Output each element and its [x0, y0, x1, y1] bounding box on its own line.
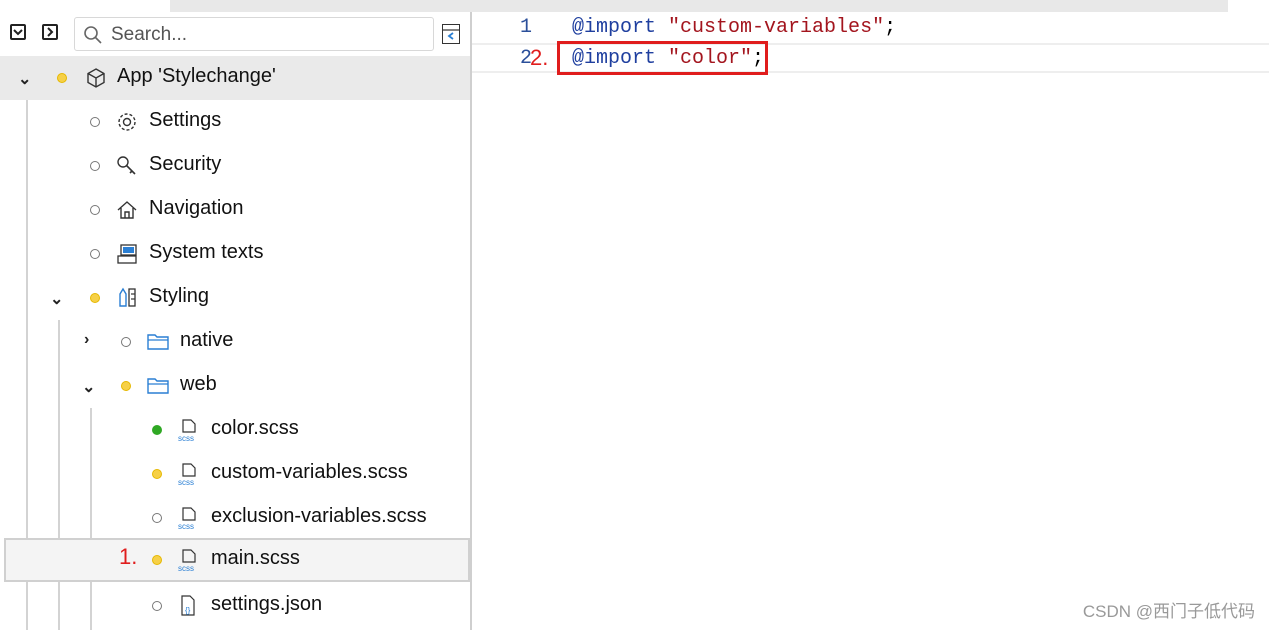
key-icon	[117, 156, 136, 175]
tree-item-label: exclusion-variables.scss	[211, 505, 427, 527]
project-explorer: ⌄ App 'Stylechange' Settings Security Na…	[0, 12, 472, 630]
chevron-down-icon[interactable]: ⌄	[50, 289, 63, 309]
tree-item-color-scss[interactable]: scss color.scss	[0, 408, 470, 452]
tree-item-exclusion-variables[interactable]: scss exclusion-variables.scss	[0, 496, 470, 540]
line-number: 1	[520, 16, 533, 39]
tree-item-label: Styling	[149, 285, 210, 307]
tree-item-custom-variables[interactable]: scss custom-variables.scss	[0, 452, 470, 496]
system-texts-icon	[117, 244, 137, 264]
collapse-all-icon[interactable]	[42, 24, 58, 40]
annotation-1: 1.	[119, 544, 138, 569]
tree-item-settings-json[interactable]: {} settings.json	[0, 584, 470, 628]
added-indicator	[152, 425, 162, 435]
tree-item-navigation[interactable]: Navigation	[0, 188, 470, 232]
scss-file-icon: scss	[178, 463, 196, 486]
modified-indicator	[57, 73, 67, 83]
modified-indicator	[152, 469, 162, 479]
svg-text:scss: scss	[178, 522, 194, 530]
status-indicator	[90, 161, 100, 171]
svg-text:scss: scss	[178, 564, 194, 572]
tree-item-web[interactable]: ⌄ web	[0, 364, 470, 408]
chevron-right-icon[interactable]: ›	[84, 331, 89, 349]
scss-file-icon: scss	[178, 507, 196, 530]
search-icon	[84, 26, 102, 44]
chevron-down-icon[interactable]: ⌄	[82, 377, 95, 397]
tree-item-label: color.scss	[211, 417, 299, 439]
tree-item-main-scss[interactable]: 1. scss main.scss	[4, 538, 470, 582]
svg-text:{}: {}	[185, 606, 191, 615]
watermark: CSDN @西门子低代码	[1082, 602, 1255, 621]
modified-indicator	[90, 293, 100, 303]
tree-item-label: System texts	[149, 241, 264, 263]
styling-icon	[119, 287, 136, 307]
top-tab-strip	[0, 0, 1269, 12]
top-strip-right	[1228, 0, 1269, 12]
tree-item-styling[interactable]: ⌄ Styling	[0, 276, 470, 320]
scss-file-icon: scss	[178, 419, 196, 442]
folder-icon	[147, 378, 169, 394]
tree-item-security[interactable]: Security	[0, 144, 470, 188]
tree-item-native[interactable]: › native	[0, 320, 470, 364]
tree-item-label: native	[180, 329, 234, 351]
status-indicator	[90, 205, 100, 215]
expand-all-icon[interactable]	[10, 24, 26, 40]
home-icon	[117, 201, 137, 219]
status-indicator	[152, 601, 162, 611]
code-editor[interactable]: 1 @import "custom-variables"; 2 2. @impo…	[472, 12, 1269, 630]
status-indicator	[90, 249, 100, 259]
status-indicator	[90, 117, 100, 127]
top-strip-left	[0, 0, 170, 12]
tree-item-label: Navigation	[149, 197, 244, 219]
status-indicator	[152, 513, 162, 523]
svg-text:scss: scss	[178, 478, 194, 486]
search-input[interactable]	[109, 22, 413, 48]
code-text: @import "custom-variables";	[572, 16, 897, 39]
folder-icon	[147, 334, 169, 350]
search-box[interactable]	[74, 17, 434, 51]
tree-item-label: web	[180, 373, 217, 395]
scss-file-icon: scss	[178, 549, 196, 572]
code-line-1[interactable]: 1 @import "custom-variables";	[472, 12, 1269, 42]
tree-item-label: App 'Stylechange'	[117, 65, 276, 87]
explorer-toolbar	[0, 12, 470, 56]
sync-tree-icon[interactable]	[442, 24, 460, 44]
cube-icon	[87, 68, 105, 88]
status-indicator	[121, 337, 131, 347]
tree-item-system-texts[interactable]: System texts	[0, 232, 470, 276]
tree-item-label: main.scss	[211, 547, 300, 569]
tree-item-label: Settings	[149, 109, 222, 131]
json-file-icon: {}	[181, 595, 195, 616]
tree-item-label: settings.json	[211, 593, 323, 615]
tree-item-app[interactable]: ⌄ App 'Stylechange'	[0, 56, 470, 100]
chevron-down-icon[interactable]: ⌄	[18, 69, 31, 89]
annotation-highlight-box	[557, 41, 768, 75]
tree-item-settings[interactable]: Settings	[0, 100, 470, 144]
gear-icon	[118, 113, 136, 131]
tree-item-label: Security	[149, 153, 222, 175]
modified-indicator	[152, 555, 162, 565]
modified-indicator	[121, 381, 131, 391]
annotation-2: 2.	[530, 45, 549, 70]
tree-item-label: custom-variables.scss	[211, 461, 408, 483]
svg-text:scss: scss	[178, 434, 194, 442]
